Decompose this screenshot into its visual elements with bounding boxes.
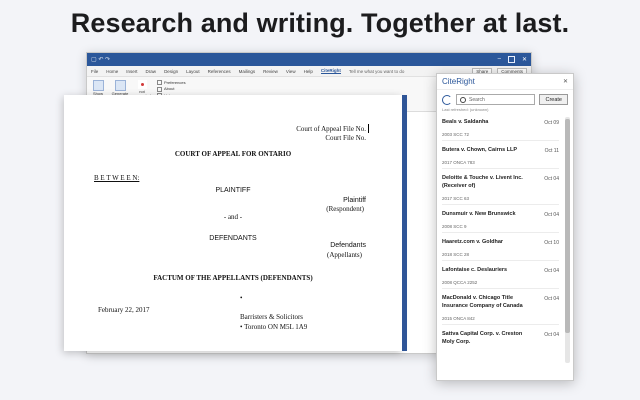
create-button[interactable]: Create [539,94,568,105]
case-name: Dunsmuir v. New Brunswick [442,210,516,217]
search-input[interactable]: Search [456,94,536,105]
document-page[interactable]: Court of Appeal File No. Court File No. … [64,95,407,351]
and-separator: - and - [223,213,243,221]
plaintiff-subrole: (Respondent) [326,205,364,213]
barristers-line: Barristers & Solicitors [240,313,303,321]
court-name: COURT OF APPEAL FOR ONTARIO [174,150,292,158]
tab-insert[interactable]: Insert [126,69,137,74]
case-citation: 2018 SCC 28 [442,252,559,261]
case-citation: 2017 ONCA 783 [442,160,559,169]
case-date: Oct 04 [544,331,559,338]
list-item[interactable]: MacDonald v. Chicago Title Insurance Com… [437,291,573,327]
word-titlebar: ▢ ↶ ↷ – ✕ [87,53,531,66]
case-citation: 2008 QCCA 2252 [442,280,559,289]
case-name: MacDonald v. Chicago Title Insurance Com… [442,294,523,309]
citeright-icon [92,80,104,91]
search-icon [460,96,466,103]
tab-home[interactable]: Home [106,69,118,74]
headline: Research and writing. Together at last. [70,8,570,38]
tell-me-search[interactable]: Tell me what you want to do [349,69,405,74]
tab-view[interactable]: View [286,69,296,74]
close-icon[interactable]: ✕ [563,78,568,85]
toronto-line: • Toronto ON M5L 1A9 [240,323,308,331]
list-item[interactable]: Butera v. Chown, Cairns LLP Oct 11 2017 … [437,143,573,171]
tab-draw[interactable]: Draw [146,69,157,74]
maximize-icon[interactable] [507,56,515,63]
plaintiff-role: Plaintiff [343,197,366,204]
defendants-name: DEFENDANTS [209,235,257,242]
tab-mailings[interactable]: Mailings [239,69,256,74]
scrollbar-thumb[interactable] [565,119,570,333]
about-button[interactable]: About [157,86,186,91]
case-name: Haaretz.com v. Goldhar [442,238,504,245]
factum-title: FACTUM OF THE APPELLANTS (DEFENDANTS) [153,274,313,282]
citation-list: Beals v. Saldanha Oct 09 2003 SCC 72 But… [437,115,573,377]
refresh-icon[interactable] [442,94,452,105]
case-date: Oct 11 [544,147,559,154]
tab-references[interactable]: References [208,69,231,74]
case-date: Oct 04 [544,211,559,218]
list-item[interactable]: Beals v. Saldanha Oct 09 2003 SCC 72 [437,115,573,143]
case-name: Deloitte & Touche v. Livent Inc. (Receiv… [442,174,523,189]
tab-design[interactable]: Design [164,69,178,74]
pane-header: CiteRight ✕ [437,74,573,90]
list-item[interactable]: Deloitte & Touche v. Livent Inc. (Receiv… [437,171,573,207]
address-bullet: • [240,294,243,302]
text-cursor [368,124,369,133]
case-date: Oct 04 [544,175,559,182]
preferences-button[interactable]: Preferences [157,80,186,85]
minimize-icon[interactable]: – [498,56,501,63]
case-name: Lafontaise c. Deslauriers [442,266,508,273]
tab-layout[interactable]: Layout [186,69,200,74]
case-date: Oct 09 [544,120,559,126]
list-item[interactable]: Haaretz.com v. Goldhar Oct 10 2018 SCC 2… [437,235,573,263]
between-label: B E T W E E N: [94,174,140,182]
plaintiff-name: PLAINTIFF [215,187,251,194]
pane-toolbar: Search Create [437,90,573,107]
file-no-line2: Court File No. [325,134,366,142]
window-controls: – ✕ [498,56,527,63]
list-item[interactable]: Lafontaise c. Deslauriers Oct 04 2008 QC… [437,263,573,291]
case-name: Butera v. Chown, Cairns LLP [442,146,518,153]
document-date: February 22, 2017 [98,306,150,314]
status-dot-icon [137,80,147,89]
tab-help[interactable]: Help [304,69,313,74]
defendants-subrole: (Appellants) [327,251,362,259]
close-icon[interactable]: ✕ [522,56,527,63]
citeright-pane: CiteRight ✕ Search Create Last refreshed… [436,73,574,381]
list-item[interactable]: Dunsmuir v. New Brunswick Oct 04 2008 SC… [437,207,573,235]
table-icon [114,80,126,91]
file-no-line1: Court of Appeal File No. [296,125,366,133]
tab-citeright[interactable]: CiteRight [320,68,341,74]
scrollbar[interactable] [565,117,570,363]
document-edge-bar [402,95,407,351]
case-date: Oct 04 [544,267,559,274]
case-date: Oct 10 [544,239,559,246]
case-citation: 2015 ONCA 842 [442,316,559,325]
search-placeholder: Search [469,96,485,103]
tab-review[interactable]: Review [263,69,278,74]
case-citation: 2003 SCC 72 [442,132,559,141]
case-citation: 2008 SCC 9 [442,224,559,233]
tab-file[interactable]: File [91,69,98,74]
pane-title: CiteRight [442,77,475,86]
case-name: Beals v. Saldanha [442,119,489,125]
case-date: Oct 04 [544,295,559,302]
case-name: Sattva Capital Corp. v. Creston Moly Cor… [442,330,523,345]
quick-access-toolbar[interactable]: ▢ ↶ ↷ [91,56,110,63]
defendants-role: Defendants [330,242,366,249]
case-citation: 2017 SCC 63 [442,196,559,205]
last-refreshed: Last refreshed: (unknown) [442,107,489,112]
list-item[interactable]: Sattva Capital Corp. v. Creston Moly Cor… [437,327,573,349]
